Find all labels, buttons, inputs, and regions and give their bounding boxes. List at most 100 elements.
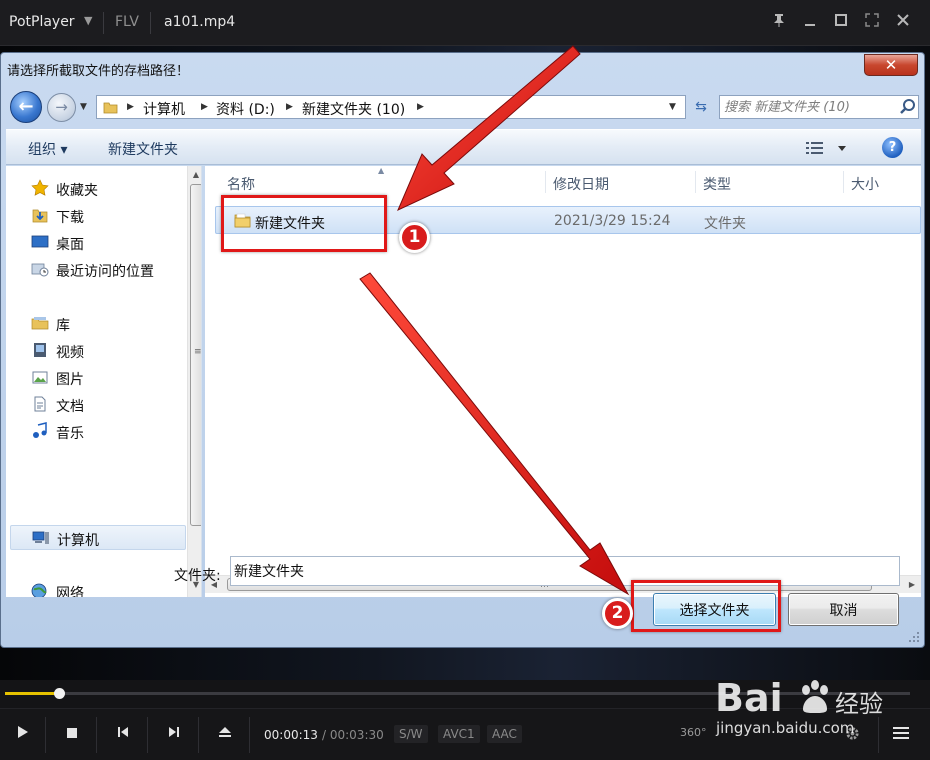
fullscreen-icon[interactable]	[862, 13, 882, 33]
column-divider[interactable]	[843, 171, 844, 193]
help-icon[interactable]: ?	[882, 137, 903, 158]
column-header-date[interactable]: 修改日期	[553, 174, 609, 194]
column-header-type[interactable]: 类型	[703, 174, 731, 194]
row-date: 2021/3/29 15:24	[554, 213, 671, 229]
nav-label: 音乐	[56, 426, 84, 442]
nav-item-desktop[interactable]: 桌面	[6, 230, 186, 255]
nav-item-computer[interactable]: 计算机	[10, 525, 186, 550]
seek-handle[interactable]	[54, 688, 65, 699]
file-format-label: FLV	[115, 14, 139, 30]
dialog-title: 请选择所截取文件的存档路径！	[7, 64, 190, 79]
nav-item-favorites[interactable]: 收藏夹	[6, 176, 186, 201]
pin-icon[interactable]	[769, 13, 789, 33]
navigation-pane: 收藏夹 下载 桌面 最近访问的位置 库 视频 图片 文档 音乐 计算机 网络 ▲…	[6, 166, 202, 597]
sort-ascending-icon: ▲	[378, 166, 385, 175]
nav-label: 桌面	[56, 237, 84, 253]
breadcrumb-drive[interactable]: 资料 (D:)	[216, 99, 275, 119]
nav-label: 计算机	[57, 533, 99, 549]
scroll-thumb[interactable]: ≡	[190, 184, 201, 526]
computer-icon	[32, 531, 49, 544]
watermark-url: jingyan.baidu.com	[716, 719, 855, 737]
breadcrumb-arrow-icon[interactable]: ▶	[201, 102, 208, 112]
nav-item-pictures[interactable]: 图片	[6, 365, 186, 390]
next-icon[interactable]	[157, 719, 191, 751]
scroll-up-icon[interactable]: ▲	[188, 166, 201, 183]
nav-label: 图片	[56, 372, 84, 388]
download-folder-icon	[32, 209, 48, 223]
column-header-name[interactable]: 名称	[227, 174, 255, 194]
organize-menu[interactable]: 组织 ▾	[28, 139, 67, 159]
audio-codec-tag[interactable]: AAC	[487, 725, 522, 743]
scroll-right-icon[interactable]: ▶	[903, 576, 921, 594]
paw-logo-icon	[802, 680, 828, 713]
folder-field-label: 文件夹:	[174, 568, 221, 584]
folder-icon	[103, 102, 118, 114]
nav-item-recent-places[interactable]: 最近访问的位置	[6, 257, 186, 282]
play-icon[interactable]	[5, 719, 39, 751]
nav-item-music[interactable]: 音乐	[6, 419, 186, 444]
view-options-icon[interactable]	[806, 138, 856, 158]
baidu-jingyan-watermark: Bai 经验 jingyan.baidu.com	[715, 676, 885, 746]
video-codec-tag[interactable]: AVC1	[438, 725, 480, 743]
search-icon[interactable]	[899, 98, 917, 116]
breadcrumb-computer[interactable]: 计算机	[143, 99, 185, 119]
back-arrow-icon[interactable]: ←	[10, 91, 42, 123]
minimize-icon[interactable]	[800, 13, 820, 33]
nav-item-network[interactable]: 网络	[6, 579, 186, 597]
nav-label: 下载	[56, 210, 84, 226]
nav-item-documents[interactable]: 文档	[6, 392, 186, 417]
total-time: / 00:03:30	[322, 728, 384, 742]
file-name-label: a101.mp4	[164, 14, 236, 30]
address-bar[interactable]: ▶ 计算机 ▶ 资料 (D:) ▶ 新建文件夹 (10) ▶ ▼	[96, 95, 686, 119]
step-badge-2: 2	[602, 598, 633, 629]
controls-divider	[45, 717, 46, 753]
column-divider[interactable]	[695, 171, 696, 193]
music-library-icon	[33, 422, 47, 438]
search-box[interactable]	[719, 95, 919, 119]
search-input[interactable]	[724, 98, 894, 116]
stop-icon[interactable]	[55, 719, 89, 751]
breadcrumb-arrow-icon[interactable]: ▶	[127, 102, 134, 112]
column-divider[interactable]	[545, 171, 546, 193]
current-time: 00:00:13	[264, 728, 318, 742]
video-library-icon	[34, 343, 46, 357]
watermark-brand: Bai	[715, 676, 783, 720]
folder-name-input[interactable]: 新建文件夹	[230, 556, 900, 586]
controls-divider	[249, 717, 250, 753]
step-badge-1: 1	[399, 222, 430, 253]
nav-item-libraries[interactable]: 库	[6, 311, 186, 336]
breadcrumb-arrow-icon[interactable]: ▶	[286, 102, 293, 112]
nav-label: 文档	[56, 399, 84, 415]
chevron-down-icon[interactable]: ▼	[84, 14, 92, 27]
address-dropdown-icon[interactable]: ▼	[669, 102, 676, 112]
cancel-button[interactable]: 取消	[788, 593, 899, 626]
nav-label: 最近访问的位置	[56, 264, 154, 280]
navigation-scrollbar[interactable]: ▲ ≡ ▼	[187, 166, 201, 597]
vr-360-button[interactable]: 360°	[680, 726, 707, 739]
controls-divider	[96, 717, 97, 753]
breadcrumb-arrow-icon[interactable]: ▶	[417, 102, 424, 112]
seek-progress	[5, 692, 59, 695]
nav-item-videos[interactable]: 视频	[6, 338, 186, 363]
close-icon[interactable]	[893, 13, 913, 33]
maximize-icon[interactable]	[831, 13, 851, 33]
new-folder-button[interactable]: 新建文件夹	[108, 139, 178, 159]
resize-grip-icon[interactable]	[907, 630, 921, 644]
nav-label: 收藏夹	[56, 183, 98, 199]
document-library-icon	[34, 396, 46, 412]
forward-arrow-icon[interactable]: →	[47, 93, 76, 122]
history-dropdown-icon[interactable]: ▼	[80, 100, 92, 114]
breadcrumb-folder[interactable]: 新建文件夹 (10)	[302, 99, 405, 119]
picture-library-icon	[32, 371, 48, 384]
nav-item-downloads[interactable]: 下载	[6, 203, 186, 228]
dialog-close-button[interactable]: ✕	[864, 54, 918, 76]
player-logo[interactable]: PotPlayer	[9, 14, 75, 30]
menu-icon[interactable]	[893, 726, 909, 744]
library-icon	[31, 317, 49, 330]
column-header-size[interactable]: 大小	[851, 174, 879, 194]
previous-icon[interactable]	[106, 719, 140, 751]
watermark-suffix: 经验	[835, 690, 883, 718]
renderer-tag[interactable]: S/W	[394, 725, 428, 743]
eject-icon[interactable]	[208, 719, 242, 751]
refresh-icon[interactable]: ⇆	[688, 95, 714, 119]
